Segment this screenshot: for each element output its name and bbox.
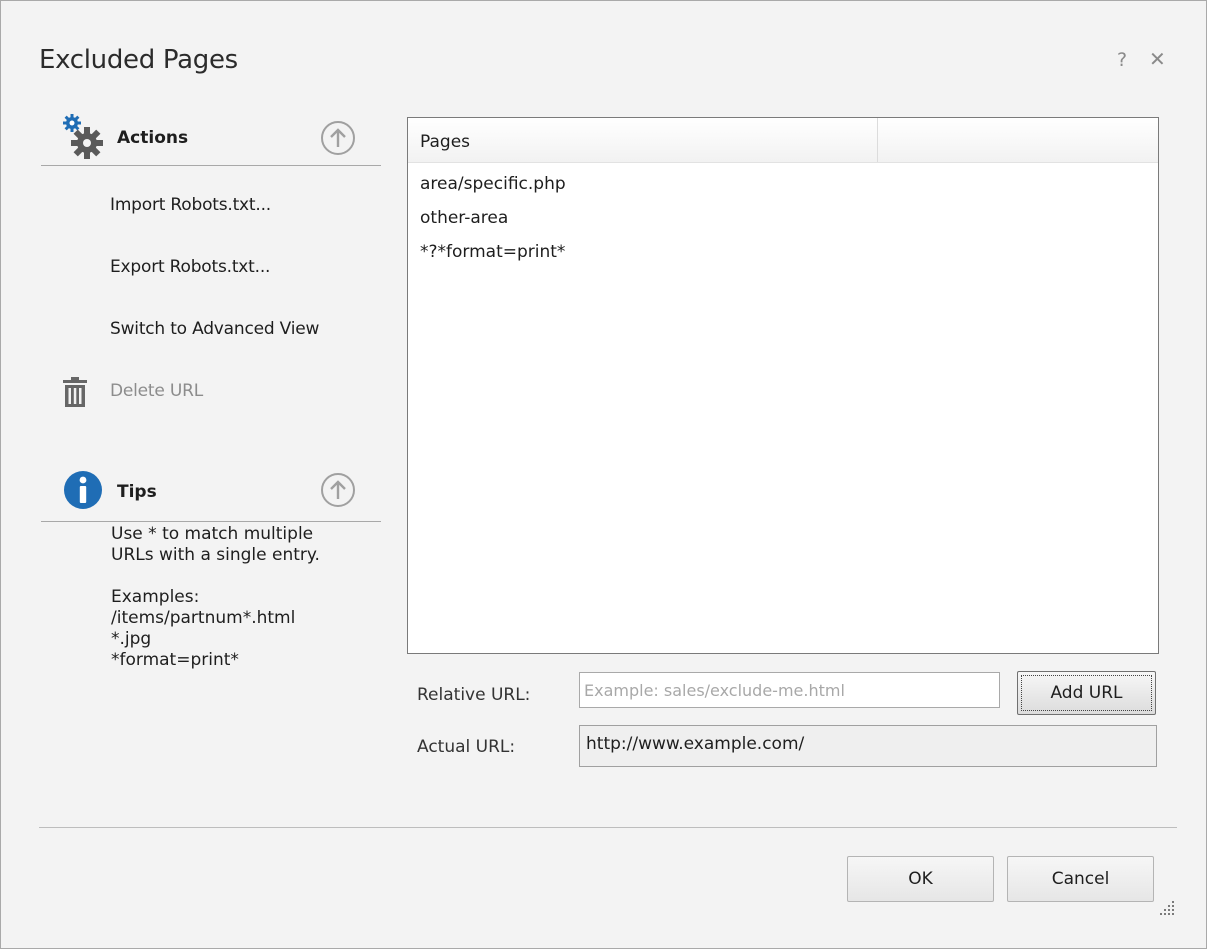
list-item[interactable]: other-area bbox=[408, 206, 1158, 240]
help-button[interactable]: ? bbox=[1117, 49, 1127, 71]
relative-url-label: Relative URL: bbox=[417, 685, 531, 705]
tips-line: URLs with a single entry. bbox=[111, 545, 320, 565]
tips-text: Use * to match multiple URLs with a sing… bbox=[111, 524, 381, 671]
relative-url-input[interactable] bbox=[579, 672, 1000, 708]
footer-divider bbox=[39, 827, 1177, 828]
pages-list[interactable]: Pages area/specific.php other-area *?*fo… bbox=[407, 117, 1159, 654]
tips-line: /items/partnum*.html bbox=[111, 608, 296, 628]
tips-title: Tips bbox=[117, 482, 157, 502]
list-header: Pages bbox=[408, 118, 1158, 163]
collapse-actions-button[interactable] bbox=[319, 119, 357, 157]
actual-url-field: http://www.example.com/ bbox=[579, 725, 1157, 767]
empty-column-header bbox=[878, 118, 1158, 162]
resize-grip-icon[interactable] bbox=[1156, 897, 1178, 919]
import-robots-action[interactable]: Import Robots.txt... bbox=[110, 195, 271, 215]
actions-title: Actions bbox=[117, 128, 189, 148]
tips-line: *.jpg bbox=[111, 629, 152, 649]
tips-line: Use * to match multiple bbox=[111, 524, 314, 544]
close-button[interactable]: ✕ bbox=[1149, 47, 1166, 71]
dialog-title: Excluded Pages bbox=[39, 45, 238, 75]
delete-url-action[interactable]: Delete URL bbox=[110, 381, 203, 401]
switch-advanced-view-action[interactable]: Switch to Advanced View bbox=[110, 319, 319, 339]
tips-line: Examples: bbox=[111, 587, 200, 607]
add-url-button[interactable]: Add URL bbox=[1017, 671, 1156, 715]
actions-section-header: Actions bbox=[41, 113, 381, 166]
pages-rows: area/specific.php other-area *?*format=p… bbox=[408, 172, 1158, 274]
tips-section-header: Tips bbox=[41, 469, 381, 522]
export-robots-action[interactable]: Export Robots.txt... bbox=[110, 257, 270, 277]
list-item[interactable]: *?*format=print* bbox=[408, 240, 1158, 274]
gears-icon bbox=[63, 114, 103, 159]
excluded-pages-dialog: Excluded Pages ? ✕ Actions Import Robots… bbox=[0, 0, 1207, 949]
info-icon bbox=[64, 471, 102, 509]
ok-button[interactable]: OK bbox=[847, 856, 994, 902]
actual-url-value: http://www.example.com/ bbox=[586, 734, 805, 754]
cancel-button[interactable]: Cancel bbox=[1007, 856, 1154, 902]
trash-icon bbox=[63, 377, 87, 407]
collapse-tips-button[interactable] bbox=[319, 471, 357, 509]
tips-line bbox=[111, 566, 381, 587]
tips-line: *format=print* bbox=[111, 650, 239, 670]
list-item[interactable]: area/specific.php bbox=[408, 172, 1158, 206]
pages-column-label: Pages bbox=[420, 132, 471, 152]
actual-url-label: Actual URL: bbox=[417, 737, 516, 757]
pages-column-header[interactable]: Pages bbox=[408, 118, 878, 162]
